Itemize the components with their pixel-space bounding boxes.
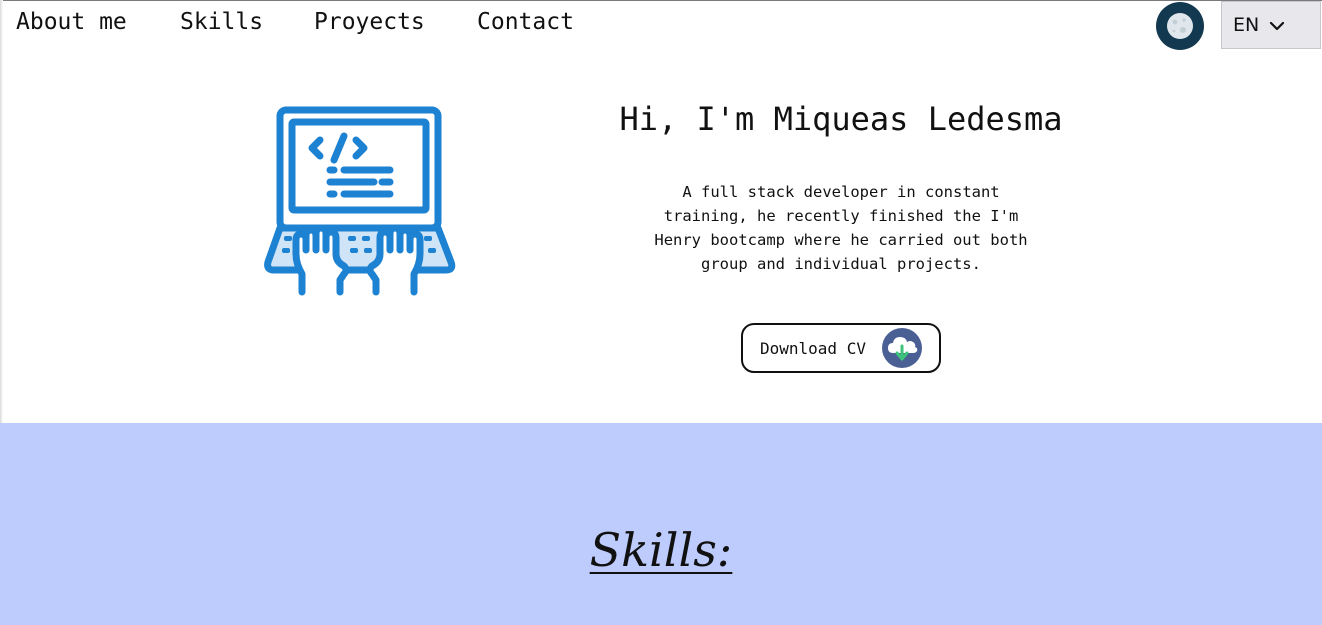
nav-link-skills[interactable]: Skills [180,9,263,35]
download-cv-button[interactable]: Download CV [741,323,941,373]
left-edge-shadow [0,0,3,423]
chevron-down-icon [1269,14,1285,36]
skills-section: Skills: [0,423,1322,625]
cloud-download-icon [882,328,922,368]
hero-description: A full stack developer in constant train… [654,183,1028,273]
theme-toggle-button[interactable] [1156,2,1204,50]
nav-link-contact[interactable]: Contact [477,9,574,35]
download-cv-label: Download CV [760,339,866,358]
moon-icon [1167,13,1193,39]
window-top-border [0,0,1322,1]
skills-heading-text: Skills: [589,523,733,577]
nav-link-proyects[interactable]: Proyects [314,9,425,35]
nav-link-about-me[interactable]: About me [16,9,127,35]
hero-title: Hi, I'm Miqueas Ledesma [619,100,1063,138]
skills-heading: Skills: [0,523,1322,577]
language-select-value: EN [1233,14,1260,36]
language-select[interactable]: EN [1221,1,1321,49]
laptop-code-icon [264,104,456,298]
